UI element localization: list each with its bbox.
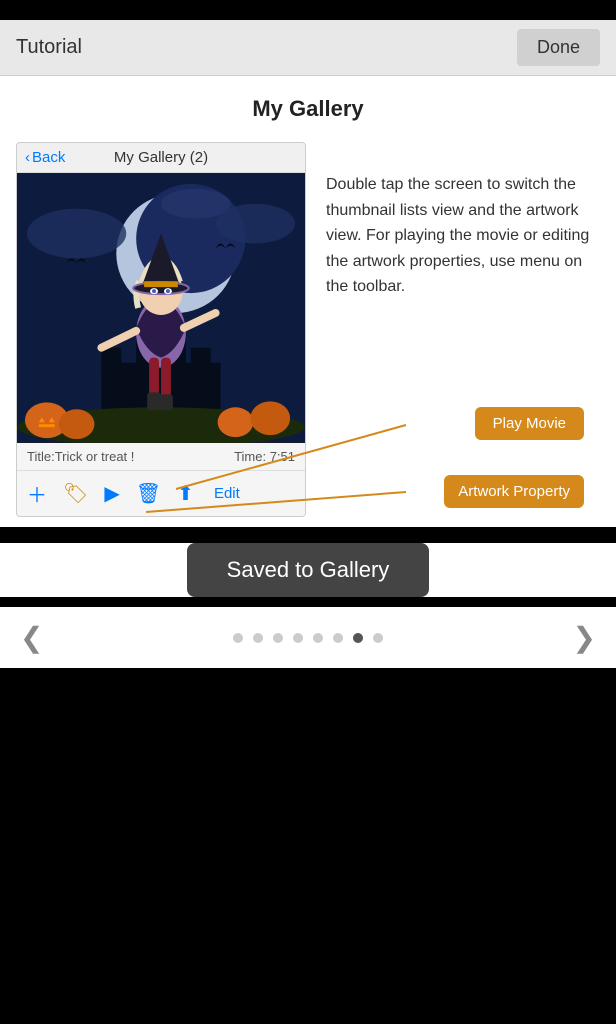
dot-2[interactable]	[253, 633, 263, 643]
back-button[interactable]: ‹ Back	[25, 149, 65, 166]
share-icon[interactable]: ⬆	[177, 481, 194, 506]
dot-7[interactable]	[353, 633, 363, 643]
dot-1[interactable]	[233, 633, 243, 643]
saved-badge: Saved to Gallery	[187, 543, 430, 597]
page-title: My Gallery	[16, 96, 600, 122]
dot-4[interactable]	[293, 633, 303, 643]
artwork-info: Title:Trick or treat ! Time: 7:51	[17, 443, 305, 470]
next-arrow[interactable]: ❯	[573, 621, 596, 654]
artwork-time: Time: 7:51	[234, 449, 295, 464]
prev-arrow[interactable]: ❮	[20, 621, 43, 654]
chevron-left-icon: ‹	[25, 149, 30, 166]
status-bar	[0, 0, 616, 20]
tag-icon[interactable]: 🏷	[63, 481, 88, 506]
dot-3[interactable]	[273, 633, 283, 643]
done-button[interactable]: Done	[517, 29, 600, 66]
phone-mockup: ‹ Back My Gallery (2)	[16, 142, 306, 517]
gallery-title: My Gallery (2)	[114, 149, 208, 166]
bottom-nav: ❮ ❯	[0, 607, 616, 668]
phone-toolbar: ＋ 🏷 ▶ 🗑 ⬆ Edit	[17, 470, 305, 516]
nav-title: Tutorial	[16, 36, 82, 59]
description-text: Double tap the screen to switch the thum…	[306, 142, 600, 300]
artwork-container	[17, 173, 305, 443]
main-content: My Gallery ‹ Back My Gallery (2)	[0, 76, 616, 527]
content-row: ‹ Back My Gallery (2)	[16, 142, 600, 517]
dot-6[interactable]	[333, 633, 343, 643]
trash-icon[interactable]: 🗑	[136, 481, 161, 506]
saved-banner: Saved to Gallery	[0, 543, 616, 597]
dot-5[interactable]	[313, 633, 323, 643]
play-icon[interactable]: ▶	[104, 481, 119, 506]
add-icon[interactable]: ＋	[27, 479, 47, 508]
dot-8[interactable]	[373, 633, 383, 643]
nav-bar: Tutorial Done	[0, 20, 616, 76]
edit-button[interactable]: Edit	[214, 485, 240, 502]
artwork-title: Title:Trick or treat !	[27, 449, 134, 464]
phone-inner-nav: ‹ Back My Gallery (2)	[17, 143, 305, 173]
artwork-image	[17, 173, 305, 443]
pagination-dots	[233, 633, 383, 643]
